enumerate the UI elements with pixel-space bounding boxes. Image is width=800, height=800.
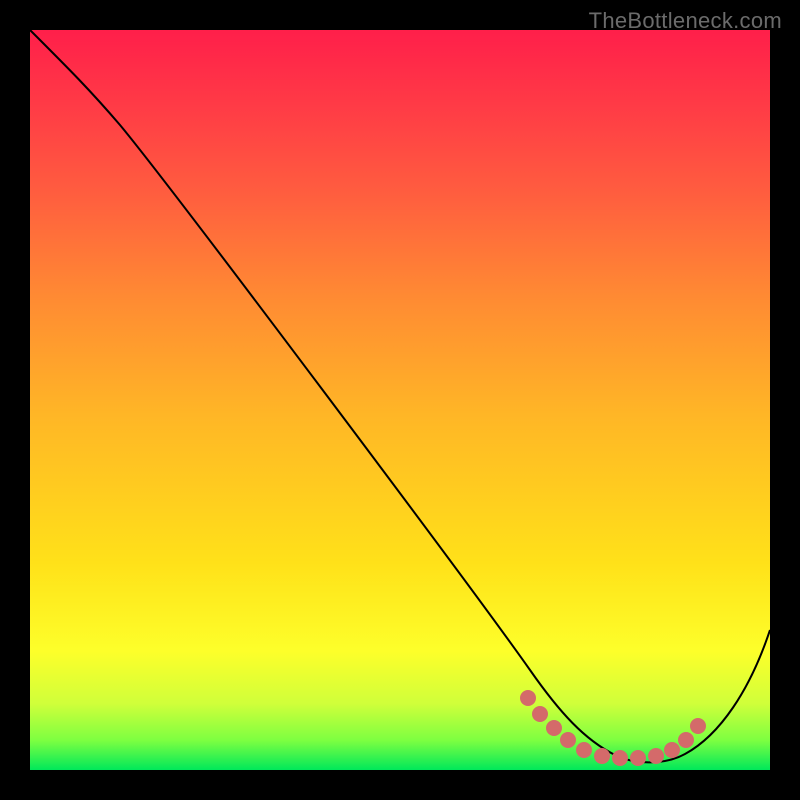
optimal-dot [576, 742, 592, 758]
optimal-dot [648, 748, 664, 764]
optimal-range-dots [520, 690, 706, 766]
optimal-dot [560, 732, 576, 748]
optimal-dot [520, 690, 536, 706]
plot-area [30, 30, 770, 770]
optimal-dot [532, 706, 548, 722]
optimal-dot [630, 750, 646, 766]
watermark-text: TheBottleneck.com [589, 8, 782, 34]
chart-frame: TheBottleneck.com [0, 0, 800, 800]
optimal-dot [678, 732, 694, 748]
optimal-dot [690, 718, 706, 734]
optimal-dot [546, 720, 562, 736]
optimal-dot [664, 742, 680, 758]
bottleneck-curve [30, 30, 770, 762]
optimal-dot [612, 750, 628, 766]
curve-layer [30, 30, 770, 770]
optimal-dot [594, 748, 610, 764]
